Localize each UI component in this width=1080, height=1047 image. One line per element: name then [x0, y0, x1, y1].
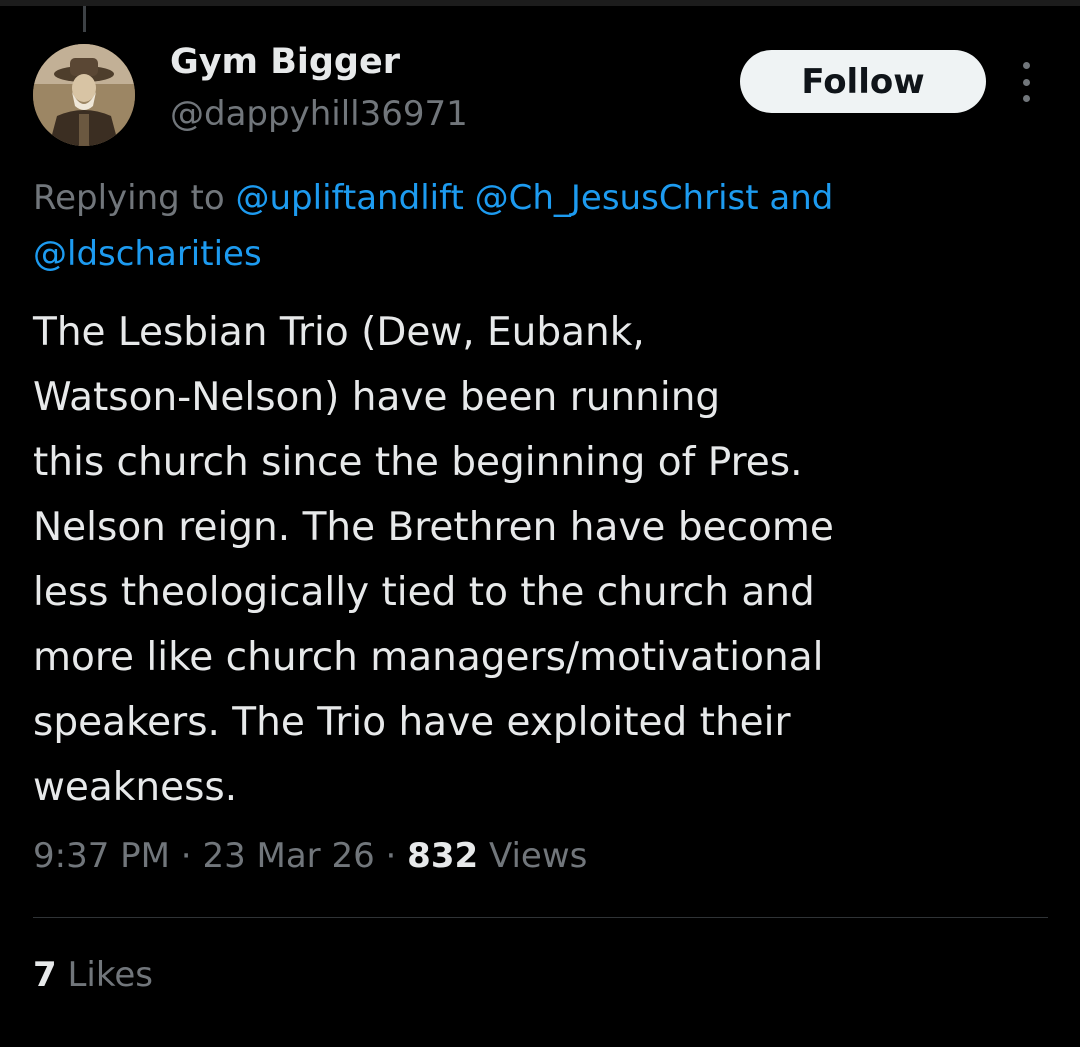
thread-connector-line	[83, 6, 86, 32]
views-count: 832	[407, 836, 479, 876]
likes-count: 7	[33, 955, 57, 995]
tweet-text-line: Watson-Nelson) have been running	[33, 375, 721, 420]
user-handle[interactable]: @dappyhill36971	[170, 94, 468, 134]
mention-link[interactable]: @ldscharities	[33, 234, 262, 274]
tweet-text: The Lesbian Trio (Dew, Eubank, Watson-Ne…	[33, 300, 1053, 820]
replying-to-label: Replying to	[33, 178, 236, 218]
divider	[33, 917, 1048, 918]
tweet-text-line: speakers. The Trio have exploited their	[33, 700, 791, 745]
avatar-image	[33, 44, 135, 146]
likes-stat[interactable]: 7 Likes	[33, 955, 153, 995]
mention-link[interactable]: @Ch_JesusChrist	[475, 178, 759, 218]
tweet-text-line: Nelson reign. The Brethren have become	[33, 505, 834, 550]
views-label: Views	[478, 836, 588, 876]
tweet-text-line: The Lesbian Trio (Dew, Eubank,	[33, 310, 645, 355]
top-edge	[0, 0, 1080, 6]
tweet-text-line: less theologically tied to the church an…	[33, 570, 815, 615]
tweet-text-line: more like church managers/motivational	[33, 635, 824, 680]
replying-to: Replying to @upliftandlift @Ch_JesusChri…	[33, 170, 1043, 282]
avatar[interactable]	[33, 44, 135, 146]
more-icon-dot	[1022, 62, 1030, 69]
meta-separator: ·	[170, 836, 203, 876]
tweet-text-line: this church since the beginning of Pres.	[33, 440, 803, 485]
tweet-date[interactable]: 23 Mar 26	[202, 836, 374, 876]
tweet-time[interactable]: 9:37 PM	[33, 836, 170, 876]
meta-separator: ·	[374, 836, 408, 876]
likes-label: Likes	[56, 955, 153, 995]
mention-and-others-link[interactable]: and	[759, 178, 833, 218]
more-icon-dot	[1022, 78, 1030, 86]
display-name[interactable]: Gym Bigger	[170, 42, 400, 82]
follow-button[interactable]: Follow	[740, 50, 986, 113]
tweet-text-line: weakness.	[33, 765, 238, 810]
mention-link[interactable]: @upliftandlift	[236, 178, 464, 218]
tweet-meta: 9:37 PM · 23 Mar 26 · 832 Views	[33, 836, 587, 876]
more-icon-dot	[1022, 95, 1030, 102]
more-vertical-icon[interactable]	[1012, 62, 1040, 102]
